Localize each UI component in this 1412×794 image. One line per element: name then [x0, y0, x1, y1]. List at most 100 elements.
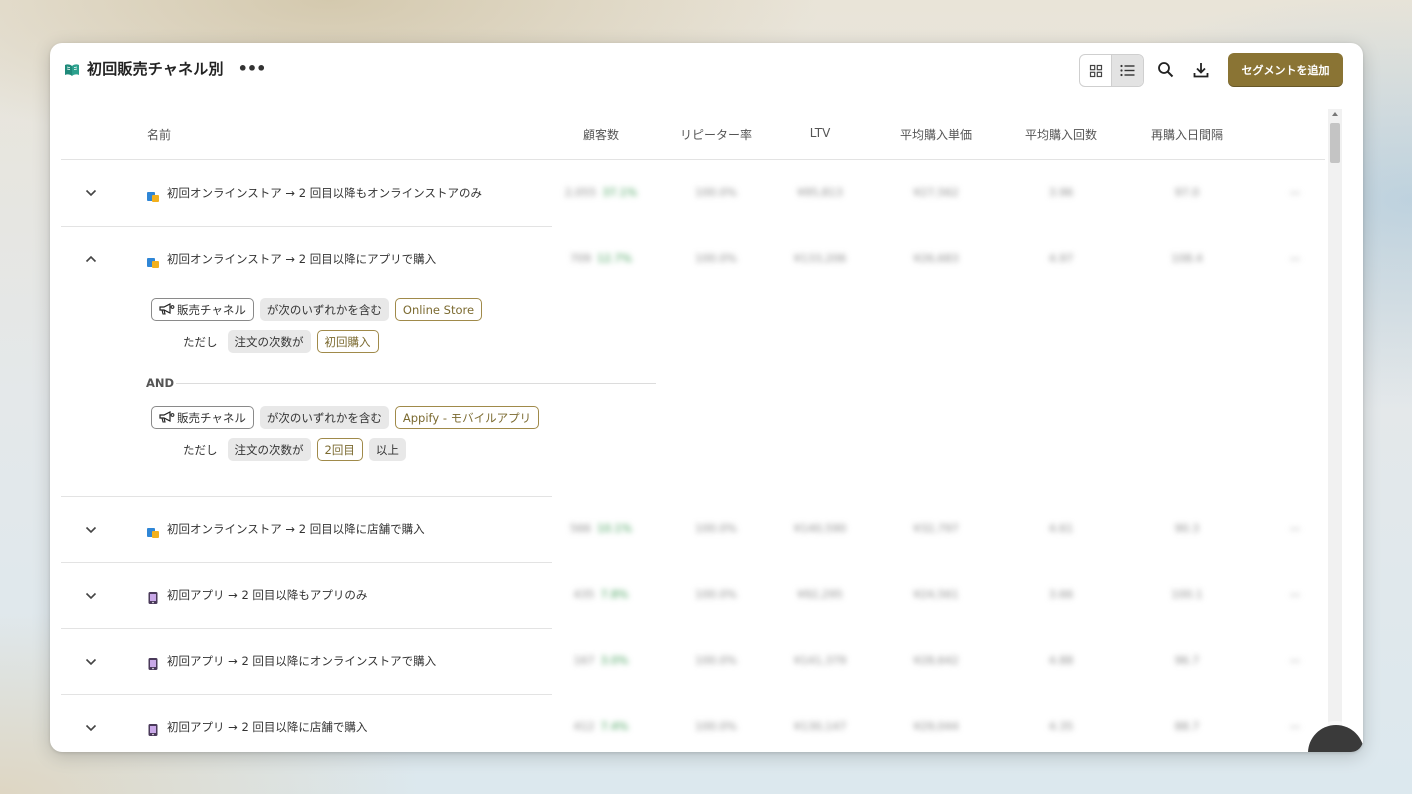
- search-icon: [1158, 62, 1174, 78]
- ltv-cell: ¥130,147: [793, 720, 847, 733]
- chevron-down-icon[interactable]: [83, 588, 99, 604]
- list-icon: [1120, 64, 1135, 77]
- segment-name[interactable]: 初回アプリ → 2 回目以降にオンラインストアで購入: [167, 653, 436, 669]
- ltv-cell: ¥140,590: [793, 522, 847, 535]
- segment-name[interactable]: 初回アプリ → 2 回目以降に店舗で購入: [167, 719, 367, 735]
- repurchase-interval-cell: 100.1: [1171, 588, 1203, 601]
- download-button[interactable]: [1188, 57, 1214, 83]
- online-store-icon: [147, 523, 159, 538]
- chevron-down-icon[interactable]: [83, 654, 99, 670]
- condition-block-2: 販売チャネル が次のいずれかを含む Appify - モバイルアプリ: [151, 406, 540, 429]
- add-segment-button[interactable]: セグメントを追加: [1228, 53, 1343, 87]
- avg-order-value-cell: ¥26,683: [913, 252, 959, 265]
- repeater-rate-cell: 100.0%: [695, 588, 737, 601]
- app-icon: [147, 721, 159, 736]
- sub-suffix-chip[interactable]: 以上: [368, 438, 406, 461]
- chevron-down-icon[interactable]: [83, 720, 99, 736]
- table-row[interactable]: 初回アプリ → 2 回目以降もアプリのみ 435 7.8% 100.0% ¥92,…: [50, 563, 1325, 629]
- segment-card: 初回販売チャネル別 ••• セグメントを追加 名前 顧客数 リピーター率 LTV…: [50, 43, 1363, 752]
- col-customers-header[interactable]: 顧客数: [541, 126, 661, 143]
- customers-cell: 412 7.4%: [573, 720, 629, 733]
- tadashi-label: ただし: [183, 334, 218, 349]
- customers-cell: 435 7.8%: [573, 588, 629, 601]
- avg-order-count-cell: 3.96: [1048, 186, 1074, 199]
- segment-name[interactable]: 初回オンラインストア → 2 回目以降にアプリで購入: [167, 251, 436, 267]
- online-store-icon: [147, 253, 159, 268]
- online-store-icon: [147, 187, 159, 202]
- sub-field-chip[interactable]: 注文の次数が: [227, 438, 311, 461]
- col-repeater-rate-header[interactable]: リピーター率: [656, 126, 776, 143]
- search-button[interactable]: [1153, 57, 1179, 83]
- field-chip[interactable]: 販売チャネル: [151, 406, 254, 429]
- chevron-up-icon[interactable]: [83, 251, 99, 267]
- vertical-scrollbar[interactable]: [1328, 109, 1342, 752]
- app-icon: [147, 589, 159, 604]
- scroll-thumb[interactable]: [1330, 123, 1340, 163]
- download-icon: [1193, 63, 1209, 78]
- title-group: 初回販売チャネル別 •••: [64, 58, 267, 79]
- avg-order-value-cell: ¥24,561: [913, 588, 959, 601]
- chevron-down-icon[interactable]: [83, 185, 99, 201]
- list-view-button[interactable]: [1111, 55, 1143, 86]
- customers-cell: 2,055 37.1%: [564, 186, 638, 199]
- operator-chip[interactable]: が次のいずれかを含む: [259, 406, 389, 429]
- table-row[interactable]: 初回アプリ → 2 回目以降にオンラインストアで購入 167 3.0% 100.0…: [50, 629, 1325, 695]
- grid-view-button[interactable]: [1080, 55, 1111, 86]
- megaphone-icon: [159, 303, 175, 315]
- and-line: [176, 383, 656, 384]
- condition-block-1: 販売チャネル が次のいずれかを含む Online Store: [151, 298, 483, 321]
- avg-order-value-cell: ¥29,044: [913, 720, 959, 733]
- megaphone-icon: [159, 411, 175, 423]
- book-icon: [64, 62, 80, 76]
- repeater-rate-cell: 100.0%: [695, 720, 737, 733]
- sub-value-chip[interactable]: 2回目: [316, 438, 363, 461]
- avg-order-value-cell: ¥32,797: [913, 522, 959, 535]
- customers-cell: 566 10.1%: [570, 522, 632, 535]
- repeater-rate-cell: 100.0%: [695, 522, 737, 535]
- operator-chip[interactable]: が次のいずれかを含む: [259, 298, 389, 321]
- more-options-icon[interactable]: •••: [238, 60, 267, 76]
- and-separator: AND: [146, 376, 656, 390]
- repeater-rate-cell: 100.0%: [695, 186, 737, 199]
- field-chip[interactable]: 販売チャネル: [151, 298, 254, 321]
- scroll-up-arrow-icon[interactable]: [1332, 112, 1338, 116]
- table-row[interactable]: 初回オンラインストア → 2 回目以降もオンラインストアのみ 2,055 37.1…: [50, 160, 1325, 226]
- customers-cell: 709 12.7%: [570, 252, 632, 265]
- sub-value-chip[interactable]: 初回購入: [316, 330, 379, 353]
- ltv-cell: ¥92,295: [797, 588, 843, 601]
- card-header: 初回販売チャネル別 ••• セグメントを追加: [50, 43, 1363, 99]
- tadashi-label: ただし: [183, 442, 218, 457]
- table-row[interactable]: 初回オンラインストア → 2 回目以降に店舗で購入 566 10.1% 100.0…: [50, 497, 1325, 563]
- avg-order-count-cell: 4.88: [1048, 654, 1074, 667]
- view-toggle: [1079, 54, 1144, 87]
- avg-order-value-cell: ¥28,642: [913, 654, 959, 667]
- repurchase-interval-cell: 96.7: [1174, 654, 1200, 667]
- segment-name[interactable]: 初回アプリ → 2 回目以降もアプリのみ: [167, 587, 367, 603]
- repurchase-interval-cell: 97.0: [1174, 186, 1200, 199]
- table-header: 名前 顧客数 リピーター率 LTV 平均購入単価 平均購入回数 再購入日間隔: [50, 115, 1325, 159]
- page-title: 初回販売チャネル別: [87, 60, 224, 78]
- segment-name[interactable]: 初回オンラインストア → 2 回目以降もオンラインストアのみ: [167, 185, 482, 201]
- sub-field-chip[interactable]: 注文の次数が: [227, 330, 311, 353]
- repurchase-interval-cell: 88.7: [1174, 720, 1200, 733]
- value-chip[interactable]: Online Store: [394, 298, 483, 321]
- condition-sub-1: ただし 注文の次数が 初回購入: [183, 330, 379, 353]
- ltv-cell: ¥141,379: [793, 654, 847, 667]
- col-avg-order-value-header[interactable]: 平均購入単価: [876, 126, 996, 143]
- chevron-down-icon[interactable]: [83, 522, 99, 538]
- col-repurchase-interval-header[interactable]: 再購入日間隔: [1127, 126, 1247, 143]
- table-row[interactable]: 初回アプリ → 2 回目以降に店舗で購入 412 7.4% 100.0% ¥130…: [50, 695, 1325, 752]
- col-ltv-header[interactable]: LTV: [760, 126, 880, 140]
- repeater-rate-cell: 100.0%: [695, 654, 737, 667]
- and-label: AND: [146, 376, 175, 390]
- value-chip[interactable]: Appify - モバイルアプリ: [394, 406, 540, 429]
- segment-name[interactable]: 初回オンラインストア → 2 回目以降に店舗で購入: [167, 521, 425, 537]
- col-name-header[interactable]: 名前: [147, 126, 171, 143]
- col-avg-order-count-header[interactable]: 平均購入回数: [1001, 126, 1121, 143]
- table-row[interactable]: 初回オンラインストア → 2 回目以降にアプリで購入 709 12.7% 100.…: [50, 227, 1325, 496]
- condition-sub-2: ただし 注文の次数が 2回目 以上: [183, 438, 406, 461]
- customers-cell: 167 3.0%: [573, 654, 629, 667]
- ltv-cell: ¥133,206: [793, 252, 847, 265]
- avg-order-count-cell: 4.35: [1048, 720, 1074, 733]
- repeater-rate-cell: 100.0%: [695, 252, 737, 265]
